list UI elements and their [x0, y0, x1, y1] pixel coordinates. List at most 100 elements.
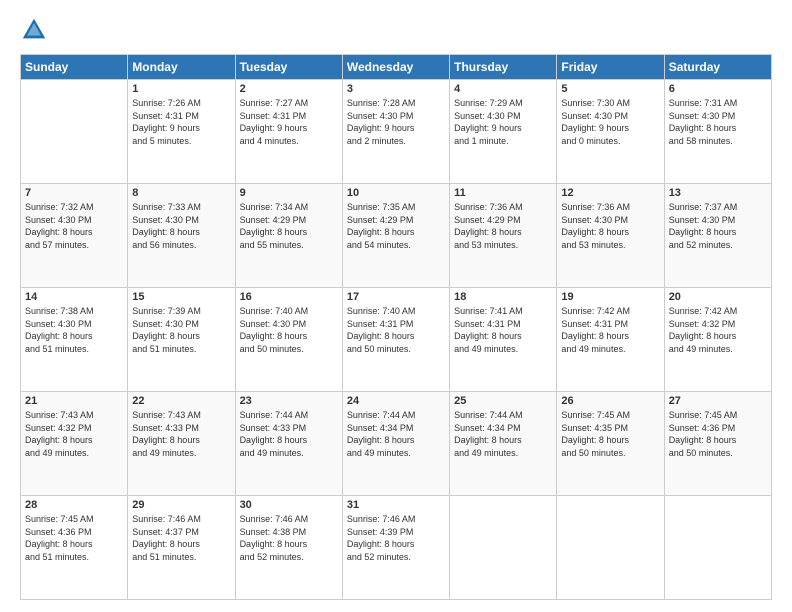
- day-number: 17: [347, 291, 445, 303]
- day-info: Sunrise: 7:44 AM Sunset: 4:34 PM Dayligh…: [454, 409, 552, 459]
- calendar-cell: 29Sunrise: 7:46 AM Sunset: 4:37 PM Dayli…: [128, 496, 235, 600]
- calendar-cell: 7Sunrise: 7:32 AM Sunset: 4:30 PM Daylig…: [21, 184, 128, 288]
- day-info: Sunrise: 7:40 AM Sunset: 4:31 PM Dayligh…: [347, 305, 445, 355]
- day-info: Sunrise: 7:35 AM Sunset: 4:29 PM Dayligh…: [347, 201, 445, 251]
- day-number: 4: [454, 83, 552, 95]
- day-info: Sunrise: 7:41 AM Sunset: 4:31 PM Dayligh…: [454, 305, 552, 355]
- calendar-cell: 12 Sunrise: 7:36 AM Sunset: 4:30 PM Dayli…: [557, 184, 664, 288]
- calendar-cell: [557, 496, 664, 600]
- day-info: Sunrise: 7:26 AM Sunset: 4:31 PM Dayligh…: [132, 97, 230, 147]
- day-info: Sunrise: 7:43 AM Sunset: 4:32 PM Dayligh…: [25, 409, 123, 459]
- day-info: Sunrise: 7:27 AM Sunset: 4:31 PM Dayligh…: [240, 97, 338, 147]
- day-number: 24: [347, 395, 445, 407]
- calendar-day-header: Saturday: [664, 55, 771, 80]
- day-info: Sunrise: 7:45 AM Sunset: 4:35 PM Dayligh…: [561, 409, 659, 459]
- calendar-cell: 8Sunrise: 7:33 AM Sunset: 4:30 PM Daylig…: [128, 184, 235, 288]
- logo: [20, 16, 52, 44]
- day-number: 7: [25, 187, 123, 199]
- day-number: 27: [669, 395, 767, 407]
- day-number: 30: [240, 499, 338, 511]
- calendar-week-row: 1 Sunrise: 7:26 AM Sunset: 4:31 PM Daylig…: [21, 80, 772, 184]
- calendar-day-header: Tuesday: [235, 55, 342, 80]
- day-info: Sunrise: 7:44 AM Sunset: 4:34 PM Dayligh…: [347, 409, 445, 459]
- calendar-cell: 17 Sunrise: 7:40 AM Sunset: 4:31 PM Dayli…: [342, 288, 449, 392]
- day-number: 3: [347, 83, 445, 95]
- calendar-cell: 4 Sunrise: 7:29 AM Sunset: 4:30 PM Daylig…: [450, 80, 557, 184]
- day-number: 16: [240, 291, 338, 303]
- calendar-cell: 25 Sunrise: 7:44 AM Sunset: 4:34 PM Dayli…: [450, 392, 557, 496]
- day-info: Sunrise: 7:29 AM Sunset: 4:30 PM Dayligh…: [454, 97, 552, 147]
- calendar-cell: 27 Sunrise: 7:45 AM Sunset: 4:36 PM Dayli…: [664, 392, 771, 496]
- day-number: 15: [132, 291, 230, 303]
- day-info: Sunrise: 7:42 AM Sunset: 4:32 PM Dayligh…: [669, 305, 767, 355]
- calendar-day-header: Monday: [128, 55, 235, 80]
- day-number: 18: [454, 291, 552, 303]
- day-info: Sunrise: 7:39 AM Sunset: 4:30 PM Dayligh…: [132, 305, 230, 355]
- calendar-cell: 30 Sunrise: 7:46 AM Sunset: 4:38 PM Dayli…: [235, 496, 342, 600]
- day-info: Sunrise: 7:46 AM Sunset: 4:38 PM Dayligh…: [240, 513, 338, 563]
- calendar-cell: 22 Sunrise: 7:43 AM Sunset: 4:33 PM Dayli…: [128, 392, 235, 496]
- header: [20, 16, 772, 44]
- day-number: 21: [25, 395, 123, 407]
- calendar-day-header: Sunday: [21, 55, 128, 80]
- calendar-week-row: 14 Sunrise: 7:38 AM Sunset: 4:30 PM Dayli…: [21, 288, 772, 392]
- day-number: 6: [669, 83, 767, 95]
- calendar-day-header: Friday: [557, 55, 664, 80]
- day-number: 13: [669, 187, 767, 199]
- calendar-cell: 5 Sunrise: 7:30 AM Sunset: 4:30 PM Daylig…: [557, 80, 664, 184]
- day-number: 20: [669, 291, 767, 303]
- calendar-cell: 26Sunrise: 7:45 AM Sunset: 4:35 PM Dayli…: [557, 392, 664, 496]
- day-number: 1: [132, 83, 230, 95]
- calendar-cell: 14 Sunrise: 7:38 AM Sunset: 4:30 PM Dayli…: [21, 288, 128, 392]
- day-info: Sunrise: 7:36 AM Sunset: 4:29 PM Dayligh…: [454, 201, 552, 251]
- day-info: Sunrise: 7:43 AM Sunset: 4:33 PM Dayligh…: [132, 409, 230, 459]
- calendar-cell: 18 Sunrise: 7:41 AM Sunset: 4:31 PM Dayli…: [450, 288, 557, 392]
- day-number: 23: [240, 395, 338, 407]
- calendar-cell: 9 Sunrise: 7:34 AM Sunset: 4:29 PM Daylig…: [235, 184, 342, 288]
- calendar-cell: 28 Sunrise: 7:45 AM Sunset: 4:36 PM Dayli…: [21, 496, 128, 600]
- calendar-cell: [450, 496, 557, 600]
- day-info: Sunrise: 7:44 AM Sunset: 4:33 PM Dayligh…: [240, 409, 338, 459]
- calendar-cell: 21 Sunrise: 7:43 AM Sunset: 4:32 PM Dayli…: [21, 392, 128, 496]
- calendar-cell: 23 Sunrise: 7:44 AM Sunset: 4:33 PM Dayli…: [235, 392, 342, 496]
- day-number: 12: [561, 187, 659, 199]
- day-info: Sunrise: 7:30 AM Sunset: 4:30 PM Dayligh…: [561, 97, 659, 147]
- calendar-cell: 20 Sunrise: 7:42 AM Sunset: 4:32 PM Dayli…: [664, 288, 771, 392]
- day-info: Sunrise: 7:40 AM Sunset: 4:30 PM Dayligh…: [240, 305, 338, 355]
- calendar-header-row: SundayMondayTuesdayWednesdayThursdayFrid…: [21, 55, 772, 80]
- day-number: 5: [561, 83, 659, 95]
- calendar-cell: 16 Sunrise: 7:40 AM Sunset: 4:30 PM Dayli…: [235, 288, 342, 392]
- calendar-cell: 3Sunrise: 7:28 AM Sunset: 4:30 PM Daylig…: [342, 80, 449, 184]
- day-number: 28: [25, 499, 123, 511]
- day-info: Sunrise: 7:34 AM Sunset: 4:29 PM Dayligh…: [240, 201, 338, 251]
- calendar-cell: 2 Sunrise: 7:27 AM Sunset: 4:31 PM Daylig…: [235, 80, 342, 184]
- day-number: 9: [240, 187, 338, 199]
- calendar-cell: 31Sunrise: 7:46 AM Sunset: 4:39 PM Dayli…: [342, 496, 449, 600]
- calendar-cell: 19 Sunrise: 7:42 AM Sunset: 4:31 PM Dayli…: [557, 288, 664, 392]
- day-number: 31: [347, 499, 445, 511]
- day-info: Sunrise: 7:45 AM Sunset: 4:36 PM Dayligh…: [25, 513, 123, 563]
- calendar-week-row: 28 Sunrise: 7:45 AM Sunset: 4:36 PM Dayli…: [21, 496, 772, 600]
- calendar-cell: 24 Sunrise: 7:44 AM Sunset: 4:34 PM Dayli…: [342, 392, 449, 496]
- day-number: 2: [240, 83, 338, 95]
- day-number: 29: [132, 499, 230, 511]
- day-info: Sunrise: 7:36 AM Sunset: 4:30 PM Dayligh…: [561, 201, 659, 251]
- calendar-day-header: Thursday: [450, 55, 557, 80]
- day-number: 22: [132, 395, 230, 407]
- calendar-cell: 15 Sunrise: 7:39 AM Sunset: 4:30 PM Dayli…: [128, 288, 235, 392]
- day-info: Sunrise: 7:38 AM Sunset: 4:30 PM Dayligh…: [25, 305, 123, 355]
- calendar-day-header: Wednesday: [342, 55, 449, 80]
- calendar-cell: 11 Sunrise: 7:36 AM Sunset: 4:29 PM Dayli…: [450, 184, 557, 288]
- day-number: 14: [25, 291, 123, 303]
- calendar-cell: [664, 496, 771, 600]
- calendar-week-row: 21 Sunrise: 7:43 AM Sunset: 4:32 PM Dayli…: [21, 392, 772, 496]
- day-number: 19: [561, 291, 659, 303]
- day-number: 25: [454, 395, 552, 407]
- calendar-table: SundayMondayTuesdayWednesdayThursdayFrid…: [20, 54, 772, 600]
- day-number: 8: [132, 187, 230, 199]
- day-number: 11: [454, 187, 552, 199]
- day-info: Sunrise: 7:42 AM Sunset: 4:31 PM Dayligh…: [561, 305, 659, 355]
- day-info: Sunrise: 7:45 AM Sunset: 4:36 PM Dayligh…: [669, 409, 767, 459]
- calendar-cell: 1 Sunrise: 7:26 AM Sunset: 4:31 PM Daylig…: [128, 80, 235, 184]
- calendar-cell: 6Sunrise: 7:31 AM Sunset: 4:30 PM Daylig…: [664, 80, 771, 184]
